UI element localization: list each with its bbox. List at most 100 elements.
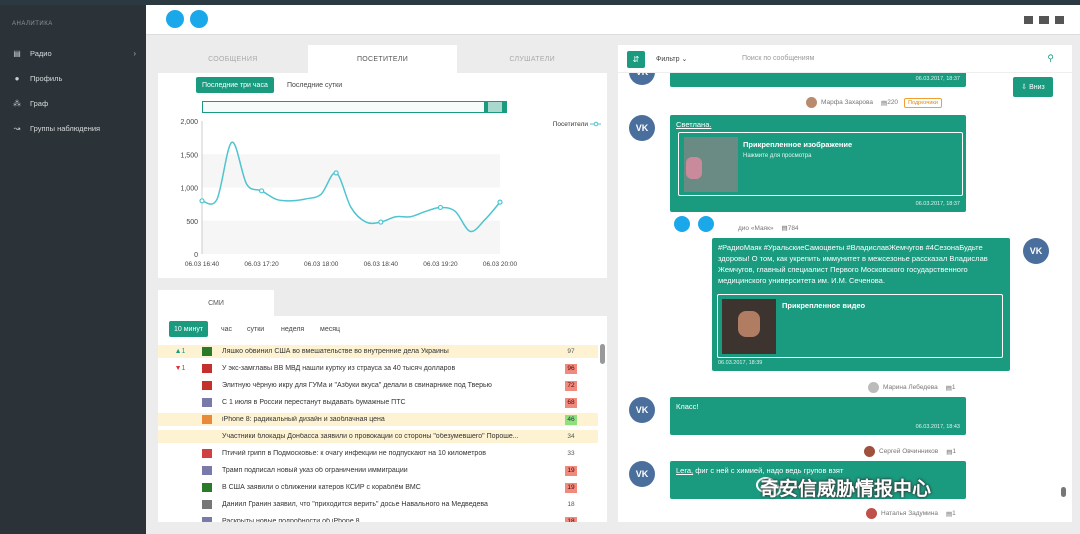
attachment-video[interactable]: Прикрепленное видео: [717, 294, 1003, 358]
news-row[interactable]: Раскрыты новые подробности об iPhone 8 18: [158, 515, 598, 522]
visitors-chart-card: Последние три часа Последние сутки 2,000…: [158, 73, 607, 278]
news-title[interactable]: Участники блокады Донбасса заявили о про…: [222, 433, 561, 440]
news-row[interactable]: Птичий грипп в Подмосковье: к очагу инфе…: [158, 447, 598, 460]
columns-view-icon[interactable]: [1039, 16, 1049, 24]
message-bubble: #РадиоМаяк #УральскиеСамоцветы #Владисла…: [712, 238, 1010, 371]
author-name[interactable]: Марина Лебедева: [883, 384, 938, 391]
period-month-button[interactable]: месяц: [315, 321, 345, 337]
tab-messages[interactable]: СООБЩЕНИЯ: [158, 45, 308, 73]
message-author-link[interactable]: Светлана.: [676, 120, 711, 129]
period-hour-button[interactable]: час: [216, 321, 237, 337]
avatar: [806, 97, 817, 108]
news-title[interactable]: У экс-замглавы ВВ МВД нашли куртку из ст…: [222, 365, 561, 372]
messages-panel: ⇵ Фильтр ⌄ Поиск по сообщениям ⚲ ⇩ Вниз …: [618, 45, 1072, 522]
grid-band: [202, 187, 500, 221]
sidebar-item-graph[interactable]: ⁂ Граф: [0, 91, 146, 116]
sidebar-item-label: Профиль: [30, 74, 63, 83]
news-row[interactable]: iPhone 8: радикальный дизайн и заоблачна…: [158, 413, 598, 426]
x-tick-label: 06.03 18:00: [304, 261, 339, 268]
news-row[interactable]: Участники блокады Донбасса заявили о про…: [158, 430, 598, 443]
tab-listeners[interactable]: СЛУШАТЕЛИ: [457, 45, 607, 73]
message-bubble: Класс! 06.03.2017, 18:43: [670, 397, 966, 435]
x-tick-label: 06.03 16:40: [185, 261, 220, 268]
message-meta: Наталья Задумина ▤ 1: [866, 508, 956, 519]
list-view-icon[interactable]: [1055, 16, 1064, 24]
data-point: [199, 198, 205, 204]
avatar: [868, 382, 879, 393]
avatar: [866, 508, 877, 519]
news-count: 72: [565, 380, 577, 391]
message-search-input[interactable]: Поиск по сообщениям: [742, 55, 814, 62]
trend-indicator: ▲1: [174, 348, 186, 355]
search-icon[interactable]: ⚲: [1047, 53, 1054, 64]
sidebar-item-radio[interactable]: ▤ Радио ›: [0, 41, 146, 66]
tab-visitors[interactable]: ПОСЕТИТЕЛИ: [307, 45, 458, 73]
news-scrollbar[interactable]: [600, 344, 605, 364]
sort-button[interactable]: ⇵: [627, 51, 645, 68]
message-meta: Марина Лебедева ▤ 1: [868, 382, 955, 393]
news-title[interactable]: Даниил Гранин заявил, что "приходится ве…: [222, 501, 561, 508]
author-name[interactable]: Марфа Захарова: [821, 99, 873, 106]
tab-smi[interactable]: СМИ: [158, 290, 274, 316]
news-row[interactable]: В США заявили о сближении катеров КСИР с…: [158, 481, 598, 494]
message-author-link[interactable]: Lera,: [676, 466, 693, 475]
grid-view-icon[interactable]: [1024, 16, 1033, 24]
filter-dropdown[interactable]: Фильтр ⌄: [656, 55, 687, 63]
data-point: [437, 204, 443, 211]
source-icon: [202, 364, 212, 373]
news-title[interactable]: С 1 июля в России перестанут выдавать бу…: [222, 399, 561, 406]
news-title[interactable]: В США заявили о сближении катеров КСИР с…: [222, 484, 561, 491]
scroll-down-button[interactable]: ⇩ Вниз: [1013, 77, 1053, 97]
author-name[interactable]: Наталья Задумина: [881, 510, 938, 517]
data-point: [378, 219, 384, 225]
message-meta: дио «Маяк» ▤ 784: [738, 224, 799, 233]
news-row[interactable]: ▼1 У экс-замглавы ВВ МВД нашли куртку из …: [158, 362, 598, 375]
news-title[interactable]: Элитную чёрную икру для ГУМа и "Азбуки в…: [222, 382, 561, 389]
sidebar: АНАЛИТИКА ▤ Радио › ● Профиль ⁂ Граф ↝ Г…: [0, 5, 146, 534]
news-row[interactable]: Даниил Гранин заявил, что "приходится ве…: [158, 498, 598, 511]
author-name[interactable]: дио «Маяк»: [738, 225, 774, 232]
chevron-down-icon: ⌄: [681, 56, 688, 63]
y-tick-label: 0: [194, 252, 198, 259]
x-tick-label: 06.03 20:00: [483, 261, 518, 268]
news-title[interactable]: Трамп подписал новый указ об ограничении…: [222, 467, 561, 474]
watermark: 奇安信威胁情报中心: [760, 478, 932, 500]
redaction-dot: [698, 216, 714, 232]
subscribers-badge[interactable]: Подрезчики: [904, 97, 942, 108]
source-icon: [202, 381, 212, 390]
source-icon: [202, 432, 212, 441]
attachment-image[interactable]: Прикрепленное изображение Нажмите для пр…: [678, 132, 963, 196]
top-bar: [146, 5, 1080, 35]
radio-icon: ▤: [13, 49, 21, 58]
vk-avatar: VK: [629, 115, 655, 141]
avatar: [864, 446, 875, 457]
messages-scrollbar[interactable]: [1061, 487, 1066, 497]
news-count: 96: [565, 363, 577, 374]
comment-count: 784: [787, 224, 799, 232]
attachment-subtitle: Нажмите для просмотра: [743, 153, 812, 159]
scroll-down-label: Вниз: [1029, 83, 1045, 91]
sidebar-item-profile[interactable]: ● Профиль: [0, 66, 146, 91]
y-tick-label: 500: [186, 219, 198, 226]
comment-count: 1: [951, 384, 956, 391]
data-point: [497, 199, 503, 205]
news-row[interactable]: ▲1 Ляшко обвинил США во вмешательстве во …: [158, 345, 598, 358]
news-title[interactable]: Ляшко обвинил США во вмешательстве во вн…: [222, 348, 561, 355]
x-tick-label: 06.03 19:20: [423, 261, 458, 268]
news-row[interactable]: Трамп подписал новый указ об ограничении…: [158, 464, 598, 477]
vk-avatar: VK: [629, 397, 655, 423]
period-week-button[interactable]: неделя: [276, 321, 309, 337]
period-10min-button[interactable]: 10 минут: [169, 321, 209, 337]
news-row[interactable]: С 1 июля в России перестанут выдавать бу…: [158, 396, 598, 409]
news-title[interactable]: Раскрыты новые подробности об iPhone 8: [222, 518, 561, 522]
sidebar-item-label: Радио: [30, 49, 52, 58]
author-name[interactable]: Сергей Овчинников: [879, 448, 938, 455]
smi-card: 10 минут час сутки неделя месяц ▲1 Ляшко …: [158, 316, 607, 522]
period-day-button[interactable]: сутки: [242, 321, 269, 337]
news-row[interactable]: Элитную чёрную икру для ГУМа и "Азбуки в…: [158, 379, 598, 392]
sidebar-item-groups[interactable]: ↝ Группы наблюдения: [0, 116, 146, 141]
trend-indicator: ▼1: [174, 365, 186, 372]
news-title[interactable]: Птичий грипп в Подмосковье: к очагу инфе…: [222, 450, 561, 457]
attachment-title: Прикрепленное изображение: [743, 140, 853, 149]
news-title[interactable]: iPhone 8: радикальный дизайн и заоблачна…: [222, 416, 561, 423]
